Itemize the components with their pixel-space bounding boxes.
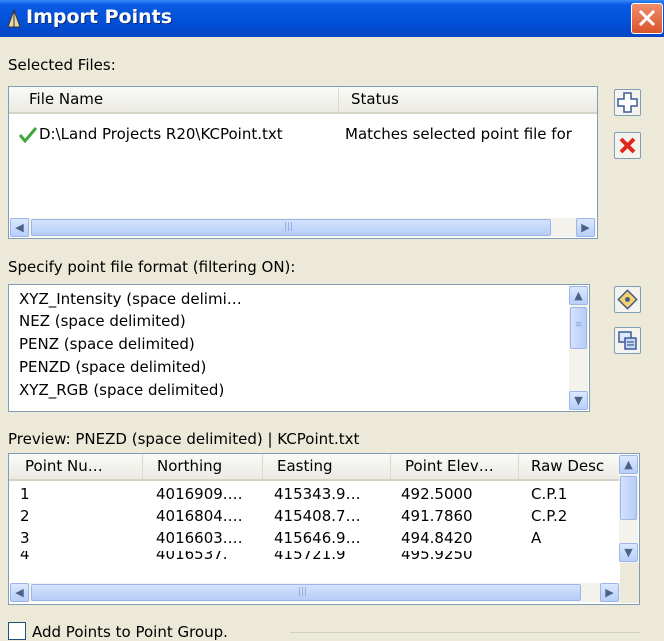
scroll-left-button[interactable]: ◀ xyxy=(10,218,29,237)
format-label: Specify point file format (filtering ON)… xyxy=(8,258,296,276)
group-divider xyxy=(290,632,640,633)
table-row[interactable]: 4 4016537. 415721.9 495.9250 xyxy=(9,551,619,562)
file-status-cell: Matches selected point file for xyxy=(345,125,572,143)
close-icon xyxy=(638,9,656,27)
format-item[interactable]: XYZ_RGB (space delimited) xyxy=(19,381,224,399)
cell-northing: 4016909.… xyxy=(156,485,243,503)
column-header-point-number[interactable]: Point Nu… xyxy=(9,454,143,479)
app-icon xyxy=(7,9,21,28)
scroll-thumb[interactable]: ||| xyxy=(31,219,551,236)
filter-formats-button[interactable] xyxy=(614,327,641,354)
file-row[interactable]: D:\Land Projects R20\KCPoint.txt Matches… xyxy=(9,123,597,147)
cell-northing: 4016804.… xyxy=(156,507,243,525)
column-header-easting[interactable]: Easting xyxy=(263,454,391,479)
cell-elevation: 495.9250 xyxy=(401,551,473,562)
column-header-point-elevation[interactable]: Point Elev… xyxy=(391,454,519,479)
cell-easting: 415343.9… xyxy=(274,485,361,503)
format-item[interactable]: PENZ (space delimited) xyxy=(19,335,195,353)
selected-files-label: Selected Files: xyxy=(8,56,116,74)
file-name-cell: D:\Land Projects R20\KCPoint.txt xyxy=(39,125,283,143)
checkmark-icon xyxy=(18,127,38,143)
window-title: Import Points xyxy=(26,6,172,28)
close-button[interactable] xyxy=(631,3,663,34)
cell-raw-description: C.P.1 xyxy=(531,485,568,503)
cell-elevation: 494.8420 xyxy=(401,529,473,547)
cell-easting: 415408.7… xyxy=(274,507,361,525)
scroll-thumb[interactable] xyxy=(620,476,637,520)
format-icon xyxy=(617,289,638,310)
cell-raw-description: C.P.2 xyxy=(531,507,568,525)
cell-point-number: 4 xyxy=(20,551,30,562)
title-bar[interactable]: Import Points xyxy=(0,0,664,37)
add-to-group-checkbox[interactable] xyxy=(8,622,26,640)
scroll-left-button[interactable]: ◀ xyxy=(10,583,29,602)
cell-elevation: 491.7860 xyxy=(401,507,473,525)
scroll-right-button[interactable]: ▶ xyxy=(600,583,619,602)
scroll-down-button[interactable]: ▼ xyxy=(619,543,638,562)
column-header-raw-description[interactable]: Raw Desc xyxy=(519,454,619,479)
remove-file-button[interactable] xyxy=(614,132,641,159)
cell-point-number: 3 xyxy=(20,529,30,547)
preview-hscrollbar[interactable]: ◀ ||| ▶ xyxy=(10,583,620,602)
selected-files-header: File Name Status xyxy=(9,87,597,114)
cell-northing: 4016537. xyxy=(156,551,228,562)
cell-raw-description: A xyxy=(531,529,542,547)
format-item[interactable]: PENZD (space delimited) xyxy=(19,358,206,376)
cell-elevation: 492.5000 xyxy=(401,485,473,503)
plus-icon xyxy=(617,92,638,113)
column-header-northing[interactable]: Northing xyxy=(143,454,263,479)
cell-northing: 4016603.… xyxy=(156,529,243,547)
preview-label: Preview: PNEZD (space delimited) | KCPoi… xyxy=(8,430,360,448)
cell-easting: 415721.9 xyxy=(274,551,346,562)
scroll-right-button[interactable]: ▶ xyxy=(576,218,595,237)
manage-formats-button[interactable] xyxy=(614,286,641,313)
scroll-up-button[interactable]: ▲ xyxy=(619,455,638,474)
preview-table[interactable]: Point Nu… Northing Easting Point Elev… R… xyxy=(8,453,640,605)
format-list[interactable]: XYZ_Intensity (space delimi… NEZ (space … xyxy=(8,284,590,412)
table-row[interactable]: 2 4016804.… 415408.7… 491.7860 C.P.2 xyxy=(9,507,619,529)
preview-header: Point Nu… Northing Easting Point Elev… R… xyxy=(9,454,619,481)
scroll-corner xyxy=(620,563,639,603)
format-vscrollbar[interactable]: ▲ ≡ ▼ xyxy=(569,286,588,410)
preview-vscrollbar[interactable]: ▲ ▼ xyxy=(619,455,638,563)
scroll-thumb[interactable]: ||| xyxy=(31,584,581,601)
table-row[interactable]: 3 4016603.… 415646.9… 494.8420 A xyxy=(9,529,619,551)
table-row[interactable]: 1 4016909.… 415343.9… 492.5000 C.P.1 xyxy=(9,485,619,507)
red-x-icon xyxy=(619,137,636,154)
column-header-file-name[interactable]: File Name xyxy=(9,87,339,112)
cell-point-number: 2 xyxy=(20,507,30,525)
add-file-button[interactable] xyxy=(614,89,641,116)
cell-easting: 415646.9… xyxy=(274,529,361,547)
scroll-thumb[interactable]: ≡ xyxy=(570,307,587,349)
add-to-group-label: Add Points to Point Group. xyxy=(32,623,228,641)
scroll-down-button[interactable]: ▼ xyxy=(569,391,588,410)
selected-files-list[interactable]: File Name Status D:\Land Projects R20\KC… xyxy=(8,86,598,239)
format-item[interactable]: NEZ (space delimited) xyxy=(19,312,186,330)
format-item[interactable]: XYZ_Intensity (space delimi… xyxy=(19,290,242,308)
scroll-up-button[interactable]: ▲ xyxy=(569,286,588,305)
column-header-status[interactable]: Status xyxy=(339,87,597,112)
filter-icon xyxy=(618,331,637,350)
cell-point-number: 1 xyxy=(20,485,30,503)
selected-files-hscrollbar[interactable]: ◀ ||| ▶ xyxy=(10,218,596,237)
